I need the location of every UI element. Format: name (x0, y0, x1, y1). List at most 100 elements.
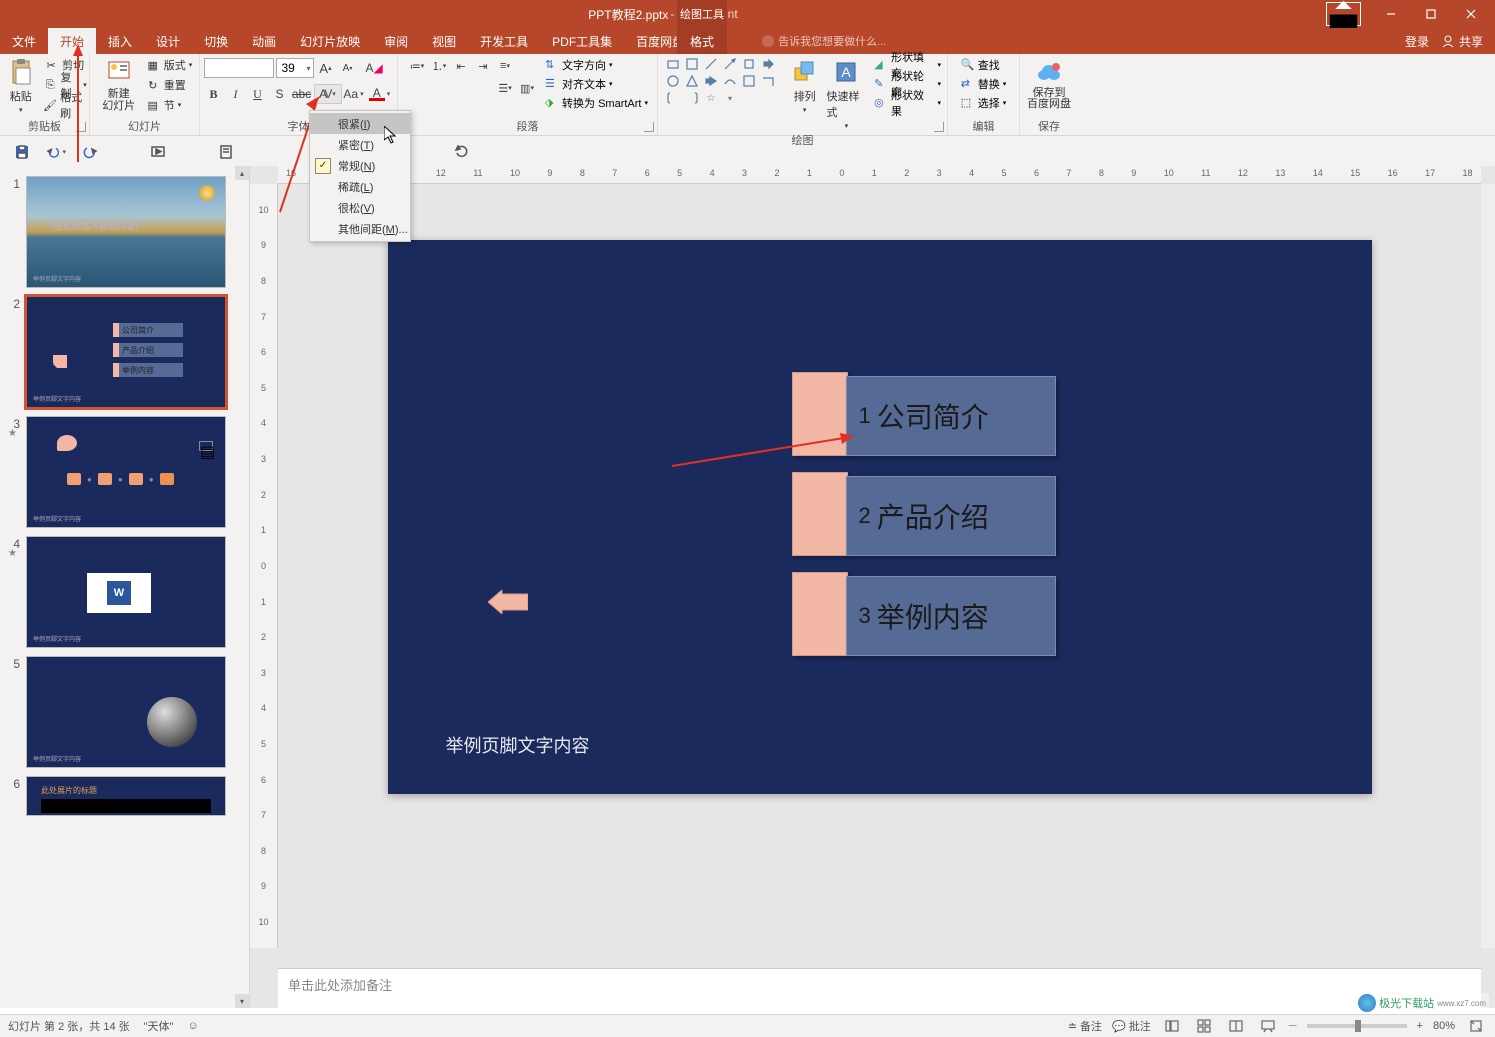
shape-effects-button[interactable]: ◎形状效果▾ (874, 94, 941, 112)
underline-button[interactable]: U (248, 84, 268, 104)
font-color-button[interactable]: A (366, 84, 394, 104)
qat-refresh-button[interactable] (452, 142, 472, 162)
tab-design[interactable]: 设计 (144, 28, 192, 54)
thumbnail-6[interactable]: 6 此处展片的标题 (0, 772, 249, 820)
tab-slideshow[interactable]: 幻灯片放映 (288, 28, 372, 54)
sorter-view-button[interactable] (1193, 1017, 1215, 1035)
decrease-font-button[interactable]: A▾ (338, 58, 358, 78)
canvas-area[interactable]: 1公司简介 2产品介绍 3举例内容 举例页脚文字内容 (278, 184, 1481, 948)
horizontal-ruler: 1615141312111098765432101234567891011121… (278, 166, 1481, 184)
fit-window-button[interactable] (1465, 1017, 1487, 1035)
content-item-3[interactable]: 3举例内容 (792, 572, 1056, 656)
align-right-button[interactable] (451, 78, 471, 98)
thumbnail-3[interactable]: 3★ ▤ ● ● ● 举例页脚文字内容 (0, 412, 249, 532)
tab-view[interactable]: 视图 (420, 28, 468, 54)
tab-developer[interactable]: 开发工具 (468, 28, 540, 54)
select-icon: ⬚ (961, 96, 975, 110)
group-label-paragraph: 段落 (404, 116, 651, 135)
content-item-2[interactable]: 2产品介绍 (792, 472, 1056, 556)
editor-vertical-scrollbar[interactable] (1481, 184, 1495, 948)
find-button[interactable]: 🔍查找 (961, 56, 1007, 74)
tab-format[interactable]: 格式 (677, 28, 727, 54)
line-spacing-button[interactable]: ≡▾ (495, 56, 515, 76)
paste-button[interactable]: 粘贴 ▾ (2, 56, 39, 114)
zoom-percent[interactable]: 80% (1433, 1020, 1455, 1032)
tab-review[interactable]: 审阅 (372, 28, 420, 54)
context-tool-label: 绘图工具 (677, 0, 727, 28)
maximize-button[interactable] (1411, 0, 1451, 28)
reading-view-button[interactable] (1225, 1017, 1247, 1035)
ribbon-display-options[interactable] (1326, 2, 1361, 26)
columns-button[interactable]: ▥▾ (517, 78, 537, 98)
text-direction-button[interactable]: ⇅文字方向▾ (545, 56, 648, 74)
shapes-gallery[interactable]: ☆ ▾ (664, 56, 783, 106)
spacing-very-loose[interactable]: 很松(V) (310, 197, 410, 218)
reset-button[interactable]: ↻重置 (145, 76, 193, 94)
font-family-select[interactable] (204, 58, 274, 78)
increase-indent-button[interactable]: ⇥ (473, 56, 493, 76)
select-button[interactable]: ⬚选择▾ (961, 94, 1007, 112)
notes-toggle[interactable]: ≐ 备注 (1068, 1018, 1102, 1034)
comments-toggle[interactable]: 💬 批注 (1112, 1018, 1151, 1034)
save-button[interactable] (12, 142, 32, 162)
numbering-button[interactable]: ⒈▾ (429, 56, 449, 76)
accessibility-status[interactable]: ☺ (187, 1020, 198, 1032)
title-bar: PPT教程2.pptx - PowerPoint 绘图工具 (0, 0, 1495, 28)
arrange-button[interactable]: 排列▾ (787, 56, 823, 114)
tab-animation[interactable]: 动画 (240, 28, 288, 54)
paragraph-dialog-launcher[interactable] (644, 122, 654, 132)
thumbnail-1[interactable]: 1 （在此处插入标题内容） 举例页脚文字内容 (0, 172, 249, 292)
tab-transition[interactable]: 切换 (192, 28, 240, 54)
thumbnail-4[interactable]: 4★ W 举例页脚文字内容 (0, 532, 249, 652)
svg-text:A: A (842, 64, 852, 80)
align-text-button[interactable]: ☰对齐文本▾ (545, 75, 648, 93)
clipboard-icon (7, 58, 35, 86)
spacing-normal[interactable]: ✓常规(N) (310, 155, 410, 176)
slide-canvas[interactable]: 1公司简介 2产品介绍 3举例内容 举例页脚文字内容 (388, 240, 1372, 794)
font-size-select[interactable]: 39 (276, 58, 314, 78)
thumbnails-scrollbar[interactable]: ▴▾ (235, 166, 249, 1008)
zoom-slider[interactable] (1307, 1024, 1407, 1028)
notes-pane[interactable]: 单击此处添加备注 (278, 968, 1481, 1008)
thumbnail-2[interactable]: 2 公司简介 产品介绍 举例内容 举例页脚文字内容 (0, 292, 249, 412)
search-icon: 🔍 (961, 58, 975, 72)
save-baidu-button[interactable]: 保存到 百度网盘 (1024, 56, 1074, 110)
spacing-loose[interactable]: 稀疏(L) (310, 176, 410, 197)
login-button[interactable]: 登录 (1405, 33, 1429, 50)
qat-properties-button[interactable] (216, 142, 236, 162)
main-area: 1 （在此处插入标题内容） 举例页脚文字内容 2 公司简介 产品介绍 举例内容 … (0, 166, 1495, 1008)
undo-button[interactable]: ▾ (46, 142, 66, 162)
convert-smartart-button[interactable]: ⬗转换为 SmartArt▾ (545, 94, 648, 112)
decrease-indent-button[interactable]: ⇤ (451, 56, 471, 76)
slide-footer-text[interactable]: 举例页脚文字内容 (446, 732, 590, 758)
italic-button[interactable]: I (226, 84, 246, 104)
language-status[interactable]: "天体" (144, 1018, 174, 1034)
share-button[interactable]: 共享 (1441, 33, 1483, 50)
bullets-button[interactable]: ≔▾ (407, 56, 427, 76)
bold-button[interactable]: B (204, 84, 224, 104)
tab-pdftools[interactable]: PDF工具集 (540, 28, 624, 54)
align-center-button[interactable] (429, 78, 449, 98)
close-button[interactable] (1451, 0, 1491, 28)
quickstyle-button[interactable]: A 快速样式▾ (827, 56, 867, 130)
tab-file[interactable]: 文件 (0, 28, 48, 54)
layout-button[interactable]: ▦版式▾ (145, 56, 193, 74)
copy-icon: ⎘ (43, 77, 57, 93)
increase-font-button[interactable]: A▴ (316, 58, 336, 78)
normal-view-button[interactable] (1161, 1017, 1183, 1035)
clear-formatting-button[interactable]: A◢ (360, 58, 380, 78)
distribute-button[interactable]: ☰▾ (495, 78, 515, 98)
spacing-more[interactable]: 其他间距(M)... (310, 218, 410, 239)
change-case-button[interactable]: Aa (344, 84, 364, 104)
thumbnail-5[interactable]: 5 举例页脚文字内容 (0, 652, 249, 772)
left-arrow-shape[interactable] (488, 590, 528, 614)
slideshow-view-button[interactable] (1257, 1017, 1279, 1035)
tellme-search[interactable]: 告诉我您想要做什么... (756, 28, 1405, 54)
drawing-dialog-launcher[interactable] (934, 122, 944, 132)
align-left-button[interactable] (407, 78, 427, 98)
justify-button[interactable] (473, 78, 493, 98)
minimize-button[interactable] (1371, 0, 1411, 28)
replace-button[interactable]: ⇄替换▾ (961, 75, 1007, 93)
section-button[interactable]: ▤节▾ (145, 96, 193, 114)
qat-slideshow-button[interactable] (148, 142, 168, 162)
